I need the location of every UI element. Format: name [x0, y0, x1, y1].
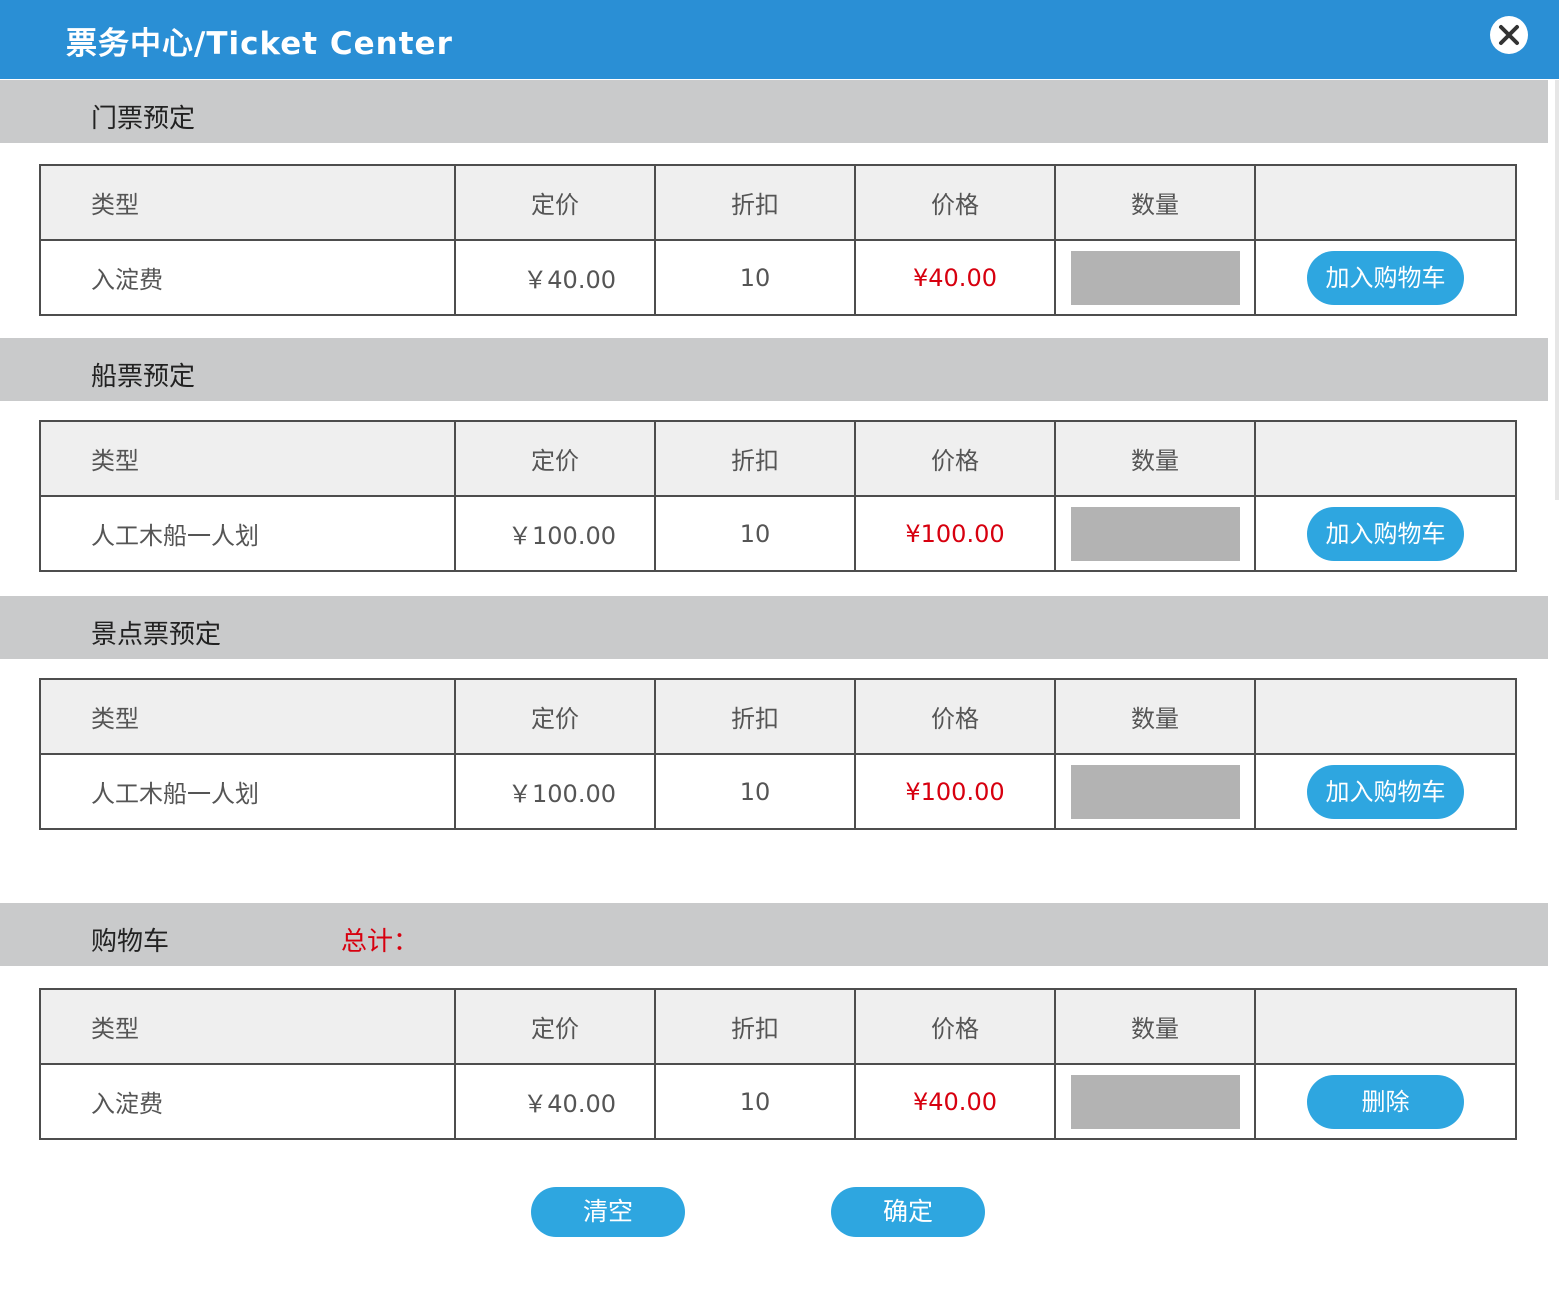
quantity-input[interactable]: [1070, 764, 1240, 819]
col-action-header: [1254, 678, 1517, 755]
col-type-header: 类型: [39, 164, 456, 241]
row-list-price: ￥100.00: [454, 495, 656, 572]
ticket-table: 类型 定价 折扣 价格 数量 入淀费 ￥40.00 10 ¥40.00 加入购物…: [39, 164, 1517, 316]
delete-button[interactable]: 删除: [1307, 1074, 1464, 1129]
section-title: 景点票预定: [91, 620, 222, 650]
col-action-header: [1254, 420, 1517, 497]
col-action-header: [1254, 988, 1517, 1065]
col-action-header: [1254, 164, 1517, 241]
title-bar: 票务中心/Ticket Center: [0, 0, 1559, 79]
quantity-input[interactable]: [1070, 1074, 1240, 1129]
add-to-cart-button[interactable]: 加入购物车: [1307, 250, 1464, 305]
row-price: ¥100.00: [854, 753, 1056, 830]
row-quantity-cell: [1054, 1063, 1256, 1140]
row-action-cell: 加入购物车: [1254, 495, 1517, 572]
section-header-boat: 船票预定: [0, 338, 1548, 401]
col-discount-header: 折扣: [654, 988, 856, 1065]
row-type: 入淀费: [39, 1063, 456, 1140]
row-price: ¥100.00: [854, 495, 1056, 572]
section-header-ticket: 门票预定: [0, 80, 1548, 143]
col-list-price-header: 定价: [454, 420, 656, 497]
col-discount-header: 折扣: [654, 164, 856, 241]
row-type: 入淀费: [39, 239, 456, 316]
attraction-ticket-table: 类型 定价 折扣 价格 数量 人工木船一人划 ￥100.00 10 ¥100.0…: [39, 678, 1517, 830]
add-to-cart-button[interactable]: 加入购物车: [1307, 764, 1464, 819]
table-header-row: 类型 定价 折扣 价格 数量: [39, 164, 1517, 241]
boat-ticket-table: 类型 定价 折扣 价格 数量 人工木船一人划 ￥100.00 10 ¥100.0…: [39, 420, 1517, 572]
section-header-cart: 购物车 总计：: [0, 903, 1548, 966]
col-quantity-header: 数量: [1054, 164, 1256, 241]
table-row: 入淀费 ￥40.00 10 ¥40.00 删除: [39, 1063, 1517, 1140]
col-list-price-header: 定价: [454, 164, 656, 241]
section-title: 门票预定: [91, 104, 196, 134]
row-price: ¥40.00: [854, 239, 1056, 316]
col-quantity-header: 数量: [1054, 988, 1256, 1065]
col-type-header: 类型: [39, 678, 456, 755]
col-price-header: 价格: [854, 988, 1056, 1065]
col-quantity-header: 数量: [1054, 420, 1256, 497]
clear-button[interactable]: 清空: [531, 1187, 685, 1237]
col-discount-header: 折扣: [654, 420, 856, 497]
col-discount-header: 折扣: [654, 678, 856, 755]
quantity-input[interactable]: [1070, 250, 1240, 305]
col-price-header: 价格: [854, 164, 1056, 241]
col-price-header: 价格: [854, 678, 1056, 755]
row-quantity-cell: [1054, 753, 1256, 830]
row-discount: 10: [654, 753, 856, 830]
window-title: 票务中心/Ticket Center: [66, 26, 453, 62]
table-row: 入淀费 ￥40.00 10 ¥40.00 加入购物车: [39, 239, 1517, 316]
col-type-header: 类型: [39, 988, 456, 1065]
col-type-header: 类型: [39, 420, 456, 497]
table-header-row: 类型 定价 折扣 价格 数量: [39, 988, 1517, 1065]
col-price-header: 价格: [854, 420, 1056, 497]
row-quantity-cell: [1054, 495, 1256, 572]
add-to-cart-button[interactable]: 加入购物车: [1307, 506, 1464, 561]
close-icon: [1499, 25, 1519, 45]
table-header-row: 类型 定价 折扣 价格 数量: [39, 678, 1517, 755]
row-action-cell: 加入购物车: [1254, 239, 1517, 316]
row-discount: 10: [654, 1063, 856, 1140]
col-quantity-header: 数量: [1054, 678, 1256, 755]
cart-title: 购物车: [91, 927, 170, 957]
cart-total-label: 总计：: [341, 927, 420, 957]
row-type: 人工木船一人划: [39, 753, 456, 830]
row-list-price: ￥40.00: [454, 239, 656, 316]
row-price: ¥40.00: [854, 1063, 1056, 1140]
close-button[interactable]: [1490, 16, 1528, 54]
table-row: 人工木船一人划 ￥100.00 10 ¥100.00 加入购物车: [39, 495, 1517, 572]
row-quantity-cell: [1054, 239, 1256, 316]
row-action-cell: 删除: [1254, 1063, 1517, 1140]
col-list-price-header: 定价: [454, 678, 656, 755]
row-discount: 10: [654, 495, 856, 572]
table-header-row: 类型 定价 折扣 价格 数量: [39, 420, 1517, 497]
row-action-cell: 加入购物车: [1254, 753, 1517, 830]
row-list-price: ￥40.00: [454, 1063, 656, 1140]
scrollbar-edge[interactable]: [1555, 80, 1559, 500]
section-title: 船票预定: [91, 362, 196, 392]
col-list-price-header: 定价: [454, 988, 656, 1065]
quantity-input[interactable]: [1070, 506, 1240, 561]
row-list-price: ￥100.00: [454, 753, 656, 830]
row-discount: 10: [654, 239, 856, 316]
table-row: 人工木船一人划 ￥100.00 10 ¥100.00 加入购物车: [39, 753, 1517, 830]
row-type: 人工木船一人划: [39, 495, 456, 572]
confirm-button[interactable]: 确定: [831, 1187, 985, 1237]
cart-table: 类型 定价 折扣 价格 数量 入淀费 ￥40.00 10 ¥40.00 删除: [39, 988, 1517, 1140]
section-header-attraction: 景点票预定: [0, 596, 1548, 659]
